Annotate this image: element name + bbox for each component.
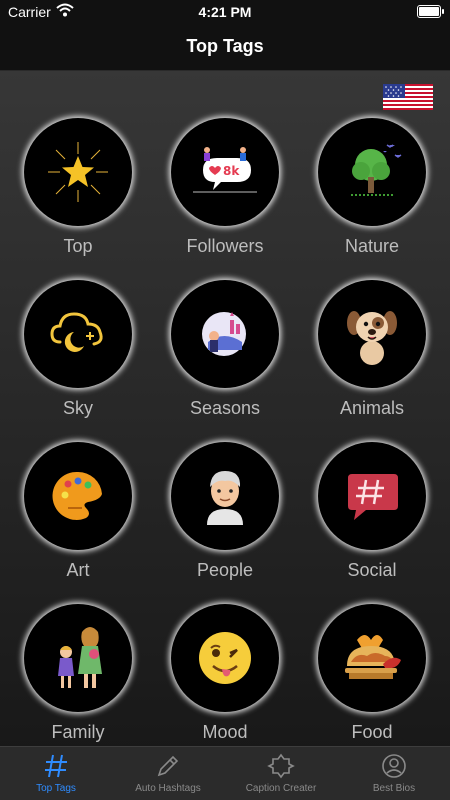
dog-icon — [347, 311, 397, 365]
category-circle[interactable] — [171, 280, 279, 388]
category-circle[interactable] — [171, 604, 279, 712]
tab-auto-hashtags[interactable]: Auto Hashtags — [112, 747, 224, 800]
tree-icon — [351, 144, 402, 196]
category-label: Mood — [202, 722, 248, 742]
category-circle[interactable] — [318, 604, 426, 712]
category-circle[interactable]: 8k — [171, 118, 279, 226]
category-label: Family — [51, 722, 105, 742]
category-social[interactable]: Social — [312, 442, 432, 581]
family-icon — [58, 627, 102, 688]
taco-icon — [345, 635, 401, 679]
category-art[interactable]: Art — [18, 442, 138, 581]
tab-caption-creater[interactable]: Caption Creater — [225, 747, 337, 800]
category-top[interactable]: Top — [18, 118, 138, 257]
profile-circle-icon — [338, 747, 450, 783]
category-circle[interactable] — [318, 280, 426, 388]
category-people[interactable]: People — [165, 442, 285, 581]
tab-label: Auto Hashtags — [135, 783, 201, 794]
svg-text:8k: 8k — [223, 164, 240, 178]
caption-frame-icon — [225, 747, 337, 783]
app-screen: Carrier 4:21 PM Top Tags Top 8k Follower… — [0, 0, 450, 800]
category-circle[interactable] — [318, 118, 426, 226]
category-label: Nature — [344, 236, 400, 256]
category-label: People — [196, 560, 254, 580]
tab-label: Caption Creater — [245, 783, 317, 794]
followers-icon: 8k — [193, 147, 257, 193]
category-label: Animals — [339, 398, 405, 418]
category-mood[interactable]: Mood — [165, 604, 285, 743]
category-circle[interactable] — [24, 604, 132, 712]
seasons-icon — [202, 312, 246, 356]
category-food[interactable]: Food — [312, 604, 432, 743]
category-circle[interactable] — [318, 442, 426, 550]
category-label: Social — [347, 560, 397, 580]
category-seasons[interactable]: Seasons — [165, 280, 285, 419]
tab-best-bios[interactable]: Best Bios — [338, 747, 450, 800]
battery-icon — [417, 5, 444, 18]
category-label: Top — [63, 236, 93, 256]
hashtag-bubble-icon — [348, 474, 398, 520]
navigation-bar: Top Tags — [0, 24, 450, 71]
palette-icon — [52, 471, 102, 520]
category-label: Seasons — [189, 398, 261, 418]
hashtag-icon — [0, 747, 112, 783]
winking-emoji-icon — [199, 632, 251, 684]
category-circle[interactable] — [24, 280, 132, 388]
category-circle[interactable] — [24, 442, 132, 550]
category-followers[interactable]: 8k Followers — [165, 118, 285, 257]
category-label: Art — [66, 560, 90, 580]
category-label: Food — [351, 722, 393, 742]
pencil-icon — [112, 747, 224, 783]
tab-label: Top Tags — [36, 783, 76, 794]
tab-top-tags[interactable]: Top Tags — [0, 747, 112, 800]
tab-label: Best Bios — [372, 783, 416, 794]
tab-bar: Top Tags Auto Hashtags Caption Creater B… — [0, 746, 450, 800]
status-bar: Carrier 4:21 PM — [0, 0, 450, 24]
category-animals[interactable]: Animals — [312, 280, 432, 419]
category-circle[interactable] — [171, 442, 279, 550]
page-title: Top Tags — [186, 36, 264, 56]
us-flag-icon[interactable] — [383, 84, 433, 110]
status-time: 4:21 PM — [198, 4, 252, 20]
star-icon — [48, 142, 108, 202]
category-circle[interactable] — [24, 118, 132, 226]
category-label: Followers — [186, 236, 264, 256]
category-family[interactable]: Family — [18, 604, 138, 743]
category-nature[interactable]: Nature — [312, 118, 432, 257]
category-sky[interactable]: Sky — [18, 280, 138, 419]
cloud-moon-icon — [50, 312, 103, 352]
person-icon — [207, 471, 243, 525]
category-label: Sky — [62, 398, 93, 418]
